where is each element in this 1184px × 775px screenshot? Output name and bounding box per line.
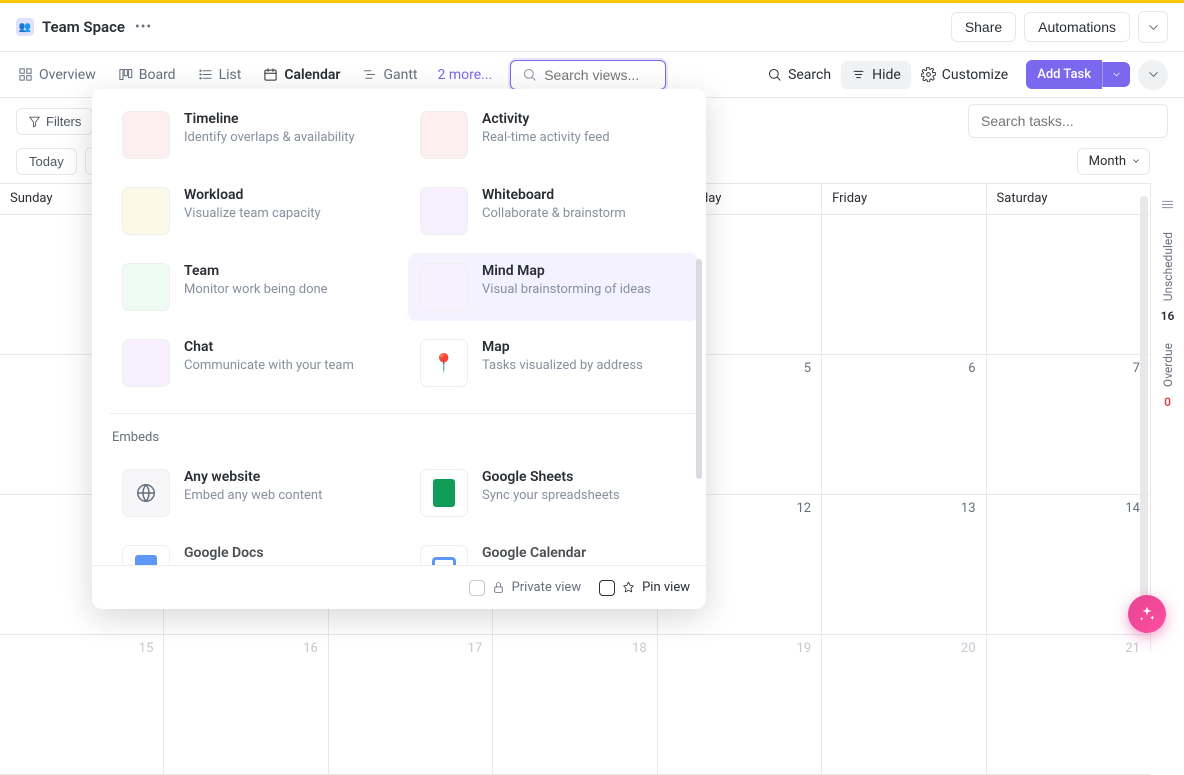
- search-tasks-box[interactable]: [968, 104, 1168, 138]
- space-badge-icon: 👥: [16, 18, 34, 36]
- team-thumb-icon: [122, 263, 170, 311]
- search-icon: [522, 67, 537, 82]
- today-button[interactable]: Today: [16, 148, 77, 175]
- google-calendar-icon: [420, 545, 468, 565]
- rail-menu-icon[interactable]: [1160, 197, 1175, 212]
- search-tasks-input[interactable]: [981, 113, 1155, 129]
- view-option-activity[interactable]: ActivityReal-time activity feed: [408, 101, 698, 169]
- space-title: Team Space: [42, 18, 125, 36]
- right-rail: Unscheduled 16 Overdue 0: [1150, 183, 1184, 651]
- view-option-chat[interactable]: ChatCommunicate with your team: [110, 329, 400, 397]
- tab-gantt[interactable]: Gantt: [360, 61, 419, 89]
- embed-option-docs[interactable]: Google DocsSync your documents: [110, 535, 400, 565]
- calendar-cell[interactable]: 14: [987, 495, 1150, 634]
- view-option-mindmap[interactable]: Mind MapVisual brainstorming of ideas: [408, 253, 698, 321]
- pin-view-toggle[interactable]: Pin view: [599, 580, 690, 596]
- calendar-cell[interactable]: [822, 215, 986, 354]
- map-thumb-icon: 📍: [420, 339, 468, 387]
- more-views-link[interactable]: 2 more...: [438, 67, 493, 83]
- unscheduled-toggle[interactable]: Unscheduled 16: [1161, 232, 1175, 323]
- add-view-dropdown: TimelineIdentify overlaps & availability…: [92, 89, 706, 609]
- lock-icon: [492, 581, 505, 594]
- space-more-button[interactable]: •••: [135, 19, 152, 35]
- view-option-workload[interactable]: WorkloadVisualize team capacity: [110, 177, 400, 245]
- topbar: 👥 Team Space ••• Share Automations: [0, 3, 1184, 52]
- calendar-cell[interactable]: 7: [987, 355, 1150, 494]
- day-header: Saturday: [987, 184, 1150, 214]
- calendar-cell[interactable]: 16: [164, 635, 328, 774]
- private-view-checkbox[interactable]: [469, 580, 485, 596]
- chevron-down-icon: [1131, 156, 1141, 166]
- timeline-thumb-icon: [122, 111, 170, 159]
- customize-button[interactable]: Customize: [911, 61, 1018, 89]
- day-header: Friday: [822, 184, 986, 214]
- tab-calendar[interactable]: Calendar: [261, 61, 342, 89]
- search-views-box[interactable]: [510, 60, 666, 90]
- pin-view-checkbox[interactable]: [599, 580, 615, 596]
- calendar-scrollbar[interactable]: [1140, 196, 1148, 616]
- tab-board[interactable]: Board: [116, 61, 178, 89]
- automations-dropdown-button[interactable]: [1138, 11, 1168, 43]
- view-option-team[interactable]: TeamMonitor work being done: [110, 253, 400, 321]
- filters-button[interactable]: Filters: [16, 108, 93, 135]
- more-actions-button[interactable]: [1138, 60, 1168, 90]
- search-button[interactable]: Search: [757, 61, 841, 89]
- hide-icon: [851, 67, 866, 82]
- add-task-wrap: Add Task: [1026, 60, 1130, 89]
- filter-icon: [28, 115, 41, 128]
- add-task-dropdown-button[interactable]: [1102, 62, 1130, 87]
- ai-fab-button[interactable]: [1128, 595, 1166, 633]
- list-icon: [198, 67, 213, 82]
- activity-thumb-icon: [420, 111, 468, 159]
- view-option-timeline[interactable]: TimelineIdentify overlaps & availability: [110, 101, 400, 169]
- search-views-input[interactable]: [544, 67, 654, 83]
- chat-thumb-icon: [122, 339, 170, 387]
- search-icon: [767, 67, 782, 82]
- hide-button[interactable]: Hide: [841, 61, 911, 89]
- calendar-cell[interactable]: 20: [822, 635, 986, 774]
- calendar-cell[interactable]: 19: [658, 635, 822, 774]
- whiteboard-thumb-icon: [420, 187, 468, 235]
- board-icon: [118, 67, 133, 82]
- calendar-cell[interactable]: 18: [493, 635, 657, 774]
- workload-thumb-icon: [122, 187, 170, 235]
- globe-icon: [122, 469, 170, 517]
- calendar-cell[interactable]: 17: [329, 635, 493, 774]
- embeds-section-title: Embeds: [110, 426, 698, 451]
- dropdown-scrollbar[interactable]: [696, 259, 702, 479]
- pin-icon: [622, 581, 635, 594]
- gear-icon: [921, 67, 936, 82]
- scale-selector[interactable]: Month: [1077, 148, 1150, 175]
- dropdown-footer: Private view Pin view: [92, 565, 706, 609]
- calendar-cell[interactable]: 21: [987, 635, 1150, 774]
- share-button[interactable]: Share: [951, 12, 1016, 42]
- gantt-icon: [362, 67, 377, 82]
- google-docs-icon: [122, 545, 170, 565]
- mindmap-thumb-icon: [420, 263, 468, 311]
- overdue-toggle[interactable]: Overdue 0: [1161, 343, 1175, 409]
- add-task-button[interactable]: Add Task: [1026, 60, 1102, 89]
- calendar-icon: [263, 67, 278, 82]
- embed-option-calendar[interactable]: Google CalendarSync Google Calendar even…: [408, 535, 698, 565]
- calendar-cell[interactable]: 13: [822, 495, 986, 634]
- private-view-toggle[interactable]: Private view: [469, 580, 582, 596]
- view-option-map[interactable]: 📍 MapTasks visualized by address: [408, 329, 698, 397]
- calendar-cell[interactable]: 6: [822, 355, 986, 494]
- embed-option-website[interactable]: Any websiteEmbed any web content: [110, 459, 400, 527]
- calendar-cell[interactable]: [987, 215, 1150, 354]
- grid-icon: [18, 67, 33, 82]
- calendar-cell[interactable]: 15: [0, 635, 164, 774]
- automations-button[interactable]: Automations: [1024, 12, 1130, 42]
- view-option-whiteboard[interactable]: WhiteboardCollaborate & brainstorm: [408, 177, 698, 245]
- google-sheets-icon: [420, 469, 468, 517]
- tab-overview[interactable]: Overview: [16, 61, 98, 89]
- embed-option-sheets[interactable]: Google SheetsSync your spreadsheets: [408, 459, 698, 527]
- tab-list[interactable]: List: [196, 61, 244, 89]
